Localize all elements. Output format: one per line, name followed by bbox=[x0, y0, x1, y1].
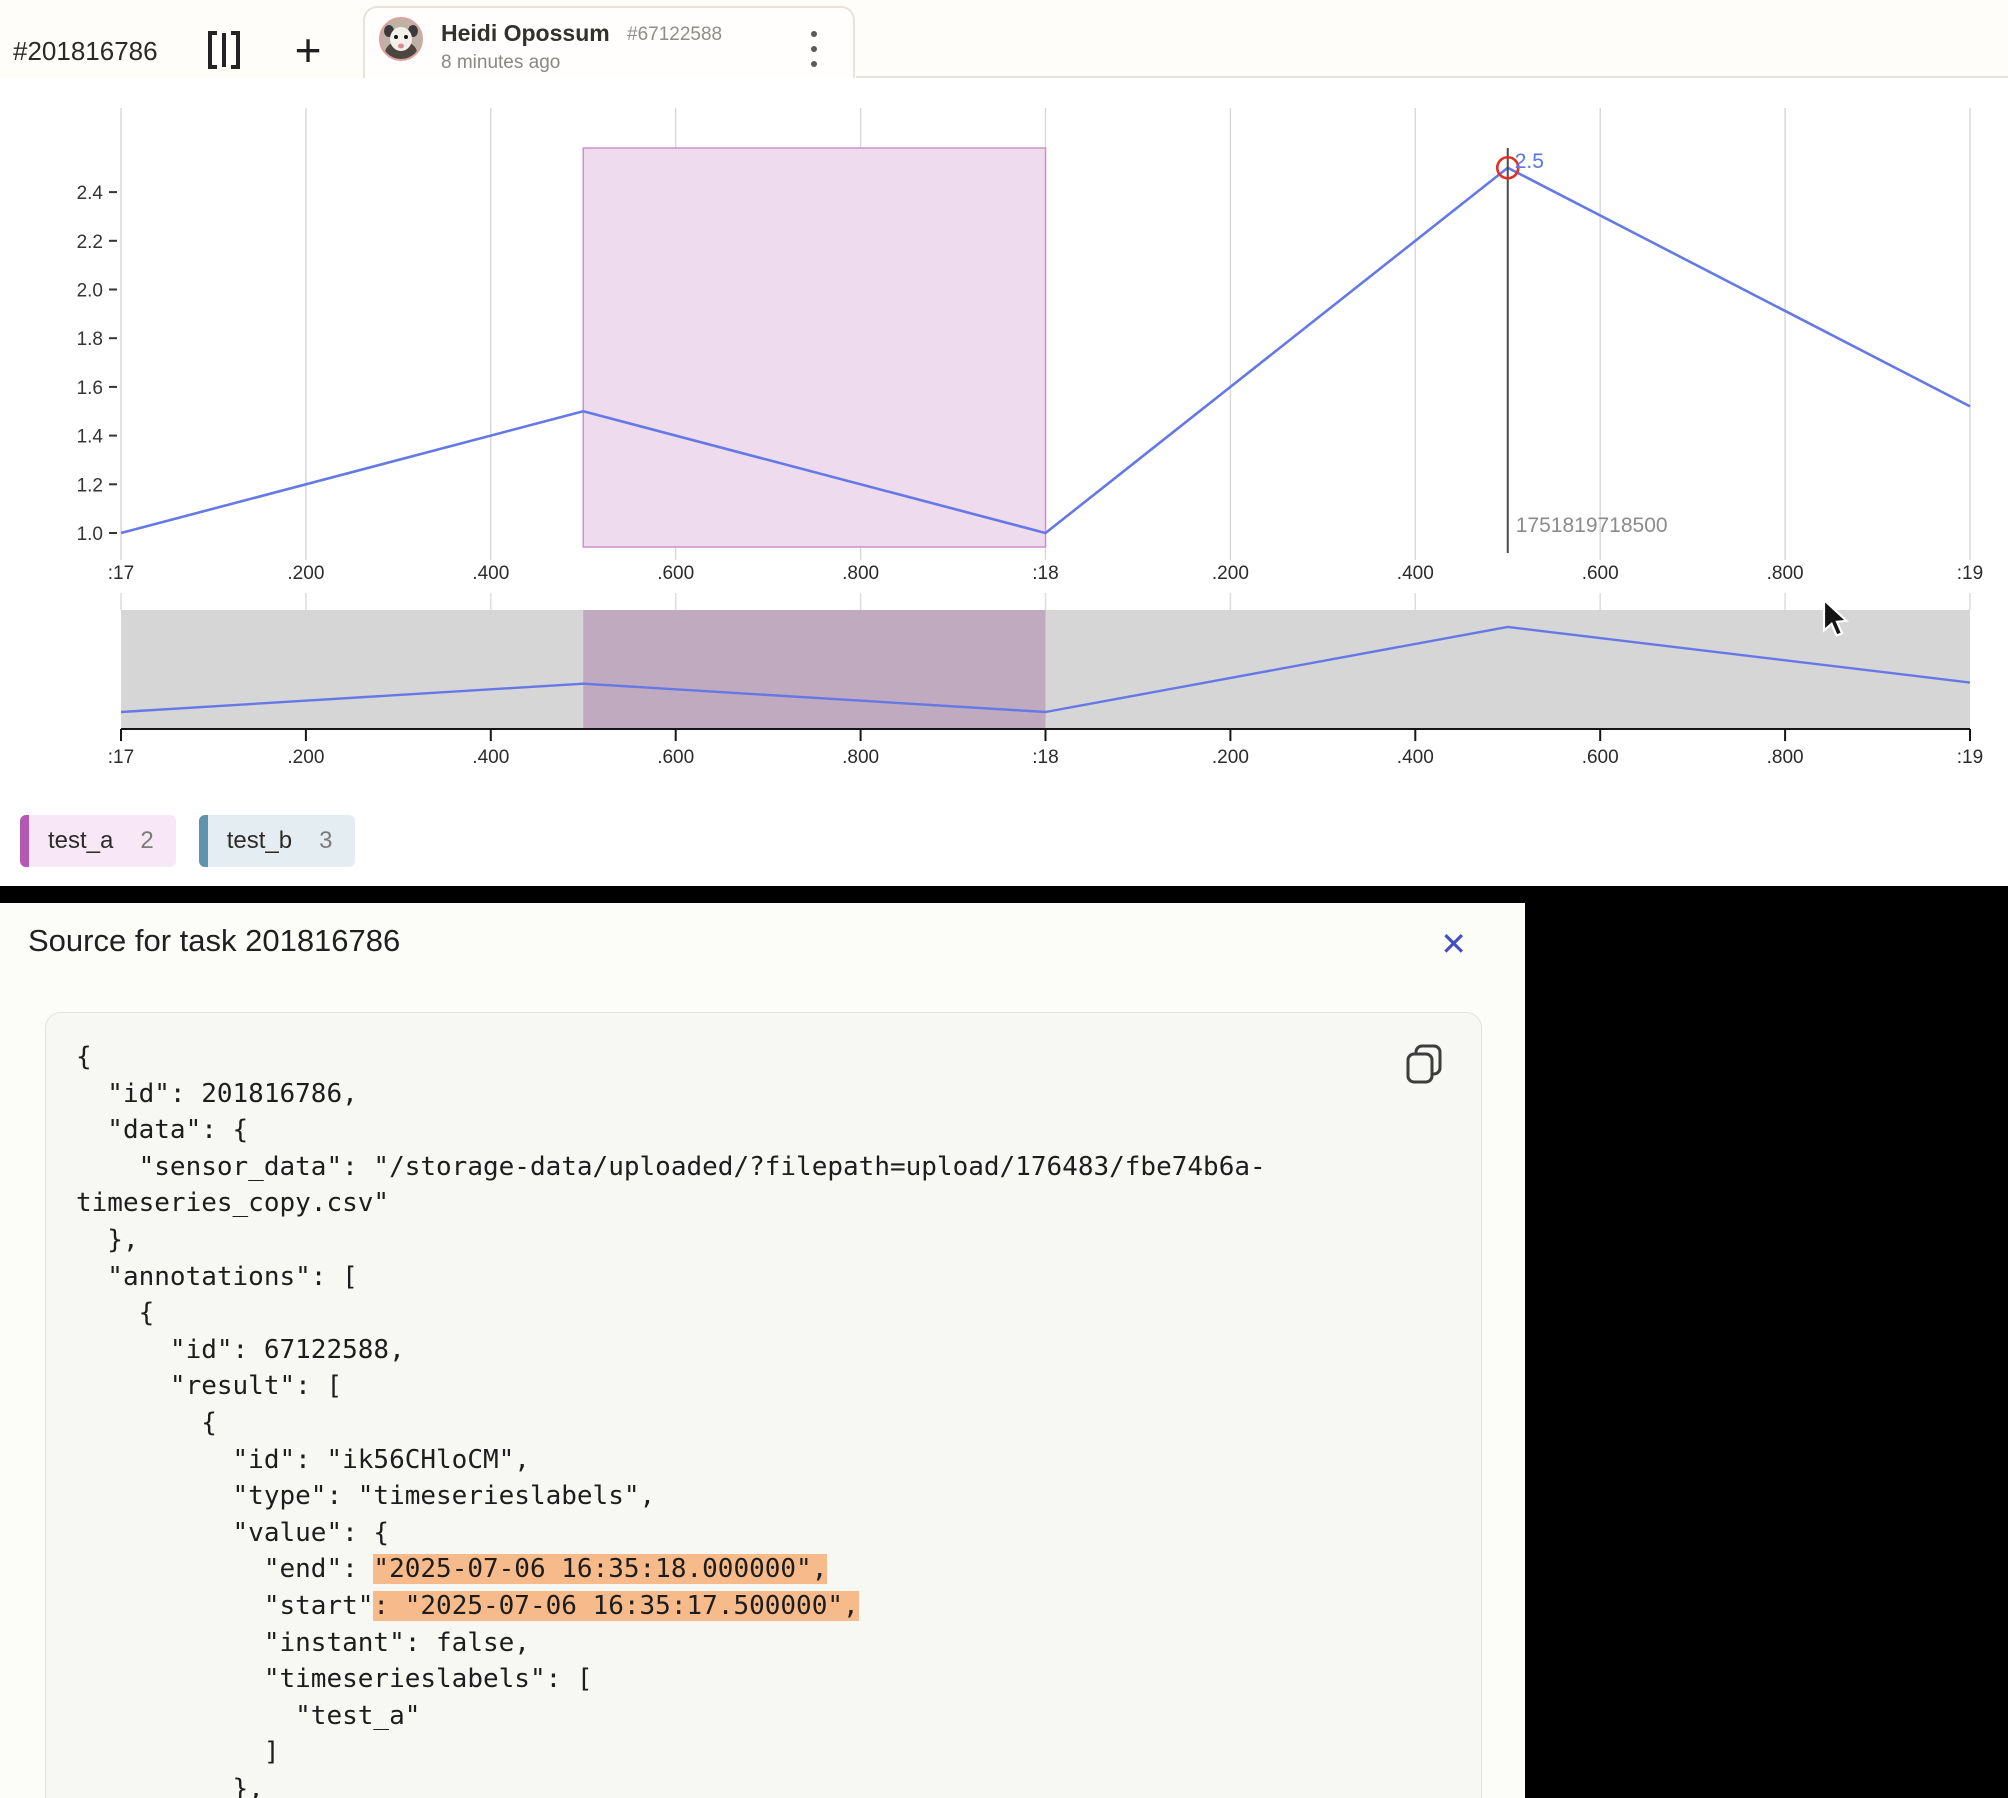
y-axis-label: 2.0 bbox=[77, 281, 103, 302]
annotation-app: 1.0 1.2 1.4 1.6 1.8 2.0 2.2 2.4 1751819718500 2.5… bbox=[0, 0, 2008, 886]
source-modal: Source for task 201816786 ✕ { "id": 2018… bbox=[0, 903, 1525, 1798]
code-line: "end": "2025-07-06 16:35:18.000000", bbox=[76, 1551, 1451, 1588]
code-line: "result": [ bbox=[76, 1368, 1451, 1405]
overview-x-axis-label: .600 bbox=[1582, 747, 1619, 768]
y-axis-label: 2.4 bbox=[77, 183, 104, 204]
topbar: #201816786 + bbox=[0, 0, 2008, 78]
code-line: timeseries_copy.csv" bbox=[76, 1185, 1451, 1222]
annotation-time-ago: 8 minutes ago bbox=[441, 52, 560, 74]
overview-annotation-region[interactable] bbox=[583, 610, 1045, 728]
code-line: "start": "2025-07-06 16:35:17.500000", bbox=[76, 1588, 1451, 1625]
y-axis-label: 1.6 bbox=[77, 378, 103, 399]
task-source-code: { "id": 201816786, "data": { "sensor_dat… bbox=[45, 1012, 1482, 1798]
x-axis-label: :19 bbox=[1957, 563, 1983, 584]
y-axis-label: 1.0 bbox=[77, 524, 103, 545]
code-line: "timeserieslabels": [ bbox=[76, 1661, 1451, 1698]
code-line: "type": "timeserieslabels", bbox=[76, 1478, 1451, 1515]
columns-view-icon[interactable] bbox=[202, 28, 246, 72]
code-line: "id": "ik56CHloCM", bbox=[76, 1442, 1451, 1479]
code-line: }, bbox=[76, 1222, 1451, 1259]
x-axis-label: .800 bbox=[842, 563, 879, 584]
crosshair-timestamp: 1751819718500 bbox=[1516, 514, 1668, 537]
overview-x-axis-label: .800 bbox=[842, 747, 879, 768]
overview-x-axis-label: :19 bbox=[1957, 747, 1983, 768]
x-axis-label: .600 bbox=[657, 563, 694, 584]
code-line: }, bbox=[76, 1771, 1451, 1798]
code-line: "id": 67122588, bbox=[76, 1332, 1451, 1369]
annotator-name: Heidi Opossum bbox=[441, 20, 610, 47]
code-line: "sensor_data": "/storage-data/uploaded/?… bbox=[76, 1149, 1451, 1186]
timeseries-plot[interactable]: 1.0 1.2 1.4 1.6 1.8 2.0 2.2 2.4 1751819718500 2.5… bbox=[0, 0, 2008, 886]
selected-point-value: 2.5 bbox=[1515, 150, 1544, 173]
annotation-id: #67122588 bbox=[627, 24, 722, 46]
code-line: { bbox=[76, 1295, 1451, 1332]
modal-title: Source for task 201816786 bbox=[28, 923, 400, 959]
y-axis-label: 1.2 bbox=[77, 475, 103, 496]
code-line: "instant": false, bbox=[76, 1625, 1451, 1662]
overview-x-axis-label: :17 bbox=[108, 747, 134, 768]
x-axis-label: :18 bbox=[1032, 563, 1058, 584]
overview-x-axis-label: .800 bbox=[1767, 747, 1804, 768]
code-line: { bbox=[76, 1405, 1451, 1442]
region-label: test_a bbox=[48, 827, 113, 855]
x-axis-label: .400 bbox=[472, 563, 509, 584]
overview-x-axis-label: .400 bbox=[472, 747, 509, 768]
x-axis-label: .200 bbox=[287, 563, 324, 584]
y-axis-label: 1.8 bbox=[77, 329, 103, 350]
x-axis-label: .800 bbox=[1767, 563, 1804, 584]
code-line: "annotations": [ bbox=[76, 1259, 1451, 1296]
topbar-divider bbox=[856, 76, 2008, 78]
y-axis-label: 1.4 bbox=[77, 427, 104, 448]
annotation-region-test_a[interactable] bbox=[583, 148, 1045, 547]
code-line: { bbox=[76, 1039, 1451, 1076]
region-count: 2 bbox=[140, 827, 153, 855]
overview-x-axis-label: .600 bbox=[657, 747, 694, 768]
user-avatar bbox=[379, 17, 423, 61]
region-tags: test_a 2 test_b 3 bbox=[20, 815, 355, 867]
region-tag-test_a[interactable]: test_a 2 bbox=[20, 815, 176, 867]
region-count: 3 bbox=[319, 827, 332, 855]
code-line: "id": 201816786, bbox=[76, 1076, 1451, 1113]
code-line: "value": { bbox=[76, 1515, 1451, 1552]
x-axis-label: :17 bbox=[108, 563, 134, 584]
overview-x-axis-label: :18 bbox=[1032, 747, 1058, 768]
overview-x-axis-label: .200 bbox=[287, 747, 324, 768]
code-line: "data": { bbox=[76, 1112, 1451, 1149]
code-line: "test_a" bbox=[76, 1698, 1451, 1735]
overview-x-axis-label: .400 bbox=[1397, 747, 1434, 768]
code-lines: { "id": 201816786, "data": { "sensor_dat… bbox=[76, 1039, 1451, 1798]
close-icon[interactable]: ✕ bbox=[1440, 925, 1467, 963]
task-id: #201816786 bbox=[13, 36, 158, 67]
screen: 1.0 1.2 1.4 1.6 1.8 2.0 2.2 2.4 1751819718500 2.5… bbox=[0, 0, 2008, 1798]
copy-icon[interactable] bbox=[1401, 1041, 1447, 1087]
overview-x-axis-label: .200 bbox=[1212, 747, 1249, 768]
y-axis-label: 2.2 bbox=[77, 232, 103, 253]
region-label: test_b bbox=[227, 827, 292, 855]
add-annotation-icon[interactable]: + bbox=[284, 26, 332, 74]
x-axis-label: .200 bbox=[1212, 563, 1249, 584]
annotation-tab[interactable]: Heidi Opossum #67122588 8 minutes ago bbox=[363, 6, 855, 78]
kebab-menu-icon[interactable] bbox=[809, 31, 819, 67]
code-line: ] bbox=[76, 1734, 1451, 1771]
x-axis-label: .600 bbox=[1582, 563, 1619, 584]
x-axis-label: .400 bbox=[1397, 563, 1434, 584]
region-tag-test_b[interactable]: test_b 3 bbox=[199, 815, 355, 867]
